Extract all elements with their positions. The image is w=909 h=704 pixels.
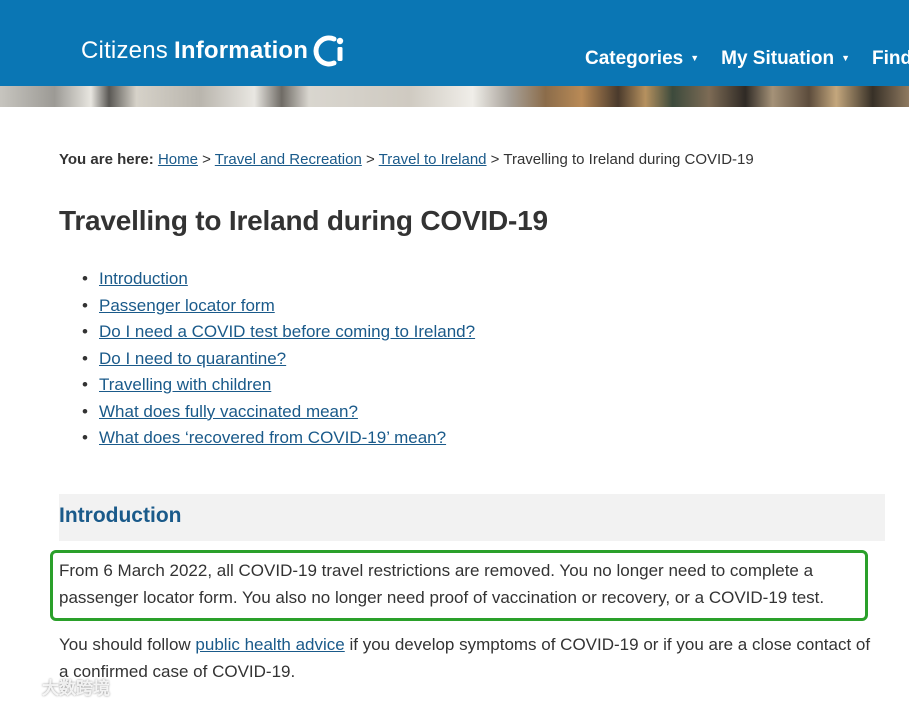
intro-paragraph-line1: From 6 March 2022, all COVID-19 travel r… — [59, 561, 814, 580]
breadcrumb-home-link[interactable]: Home — [158, 151, 198, 168]
toc-link-recovered[interactable]: What does ‘recovered from COVID-19’ mean… — [99, 428, 446, 447]
table-of-contents: Introduction Passenger locator form Do I… — [80, 268, 475, 454]
nav-categories-label: Categories — [585, 48, 684, 69]
watermark: 大数跨境 — [8, 674, 110, 699]
breadcrumb-separator: > — [366, 151, 375, 168]
logo-text-citizens: Citizens — [81, 37, 168, 64]
breadcrumb-label: You are here: — [59, 151, 154, 168]
toc-link-covid-test[interactable]: Do I need a COVID test before coming to … — [99, 322, 475, 341]
watermark-text: 大数跨境 — [42, 679, 110, 698]
section-heading-introduction: Introduction — [59, 504, 182, 527]
site-logo[interactable]: Citizens Information — [81, 33, 348, 69]
health-advice-text-before: You should follow — [59, 635, 196, 654]
watermark-logo-icon — [8, 679, 38, 695]
breadcrumb-travel-ireland-link[interactable]: Travel to Ireland — [379, 151, 487, 168]
page-title: Travelling to Ireland during COVID-19 — [59, 205, 548, 236]
toc-link-quarantine[interactable]: Do I need to quarantine? — [99, 349, 286, 368]
site-header: Citizens Information Categories ▼ My Sit… — [0, 0, 909, 86]
intro-paragraph-line2: passenger locator form. You also no long… — [59, 588, 825, 607]
toc-item: Passenger locator form — [80, 295, 475, 322]
nav-find-label: Find — [872, 48, 909, 69]
breadcrumb: You are here: Home > Travel and Recreati… — [59, 151, 754, 168]
public-health-advice-link[interactable]: public health advice — [195, 635, 344, 654]
toc-item: Introduction — [80, 268, 475, 295]
section-heading-box: Introduction — [59, 494, 885, 541]
health-advice-paragraph: You should follow public health advice i… — [59, 631, 879, 685]
breadcrumb-current: Travelling to Ireland during COVID-19 — [503, 151, 754, 168]
nav-my-situation[interactable]: My Situation ▼ — [721, 48, 850, 70]
toc-link-fully-vaccinated[interactable]: What does fully vaccinated mean? — [99, 402, 358, 421]
toc-item: Travelling with children — [80, 374, 475, 401]
logo-text-information: Information — [173, 37, 309, 64]
nav-my-situation-label: My Situation — [721, 48, 835, 69]
logo-ci-icon — [313, 35, 344, 67]
toc-item: What does fully vaccinated mean? — [80, 401, 475, 428]
nav-find[interactable]: Find — [872, 48, 909, 70]
caret-down-icon: ▼ — [690, 53, 700, 63]
breadcrumb-separator: > — [202, 151, 211, 168]
breadcrumb-separator: > — [490, 151, 500, 168]
toc-item: Do I need a COVID test before coming to … — [80, 321, 475, 348]
hero-banner-image — [0, 86, 909, 107]
breadcrumb-travel-recreation-link[interactable]: Travel and Recreation — [215, 151, 362, 168]
intro-paragraph: From 6 March 2022, all COVID-19 travel r… — [59, 557, 879, 611]
main-nav: Categories ▼ My Situation ▼ Find — [585, 48, 909, 70]
caret-down-icon: ▼ — [841, 53, 850, 63]
toc-link-children[interactable]: Travelling with children — [99, 375, 271, 394]
toc-item: Do I need to quarantine? — [80, 348, 475, 375]
toc-link-passenger-locator[interactable]: Passenger locator form — [99, 296, 275, 315]
toc-item: What does ‘recovered from COVID-19’ mean… — [80, 427, 475, 454]
toc-link-introduction[interactable]: Introduction — [99, 269, 188, 288]
nav-categories[interactable]: Categories ▼ — [585, 48, 699, 70]
